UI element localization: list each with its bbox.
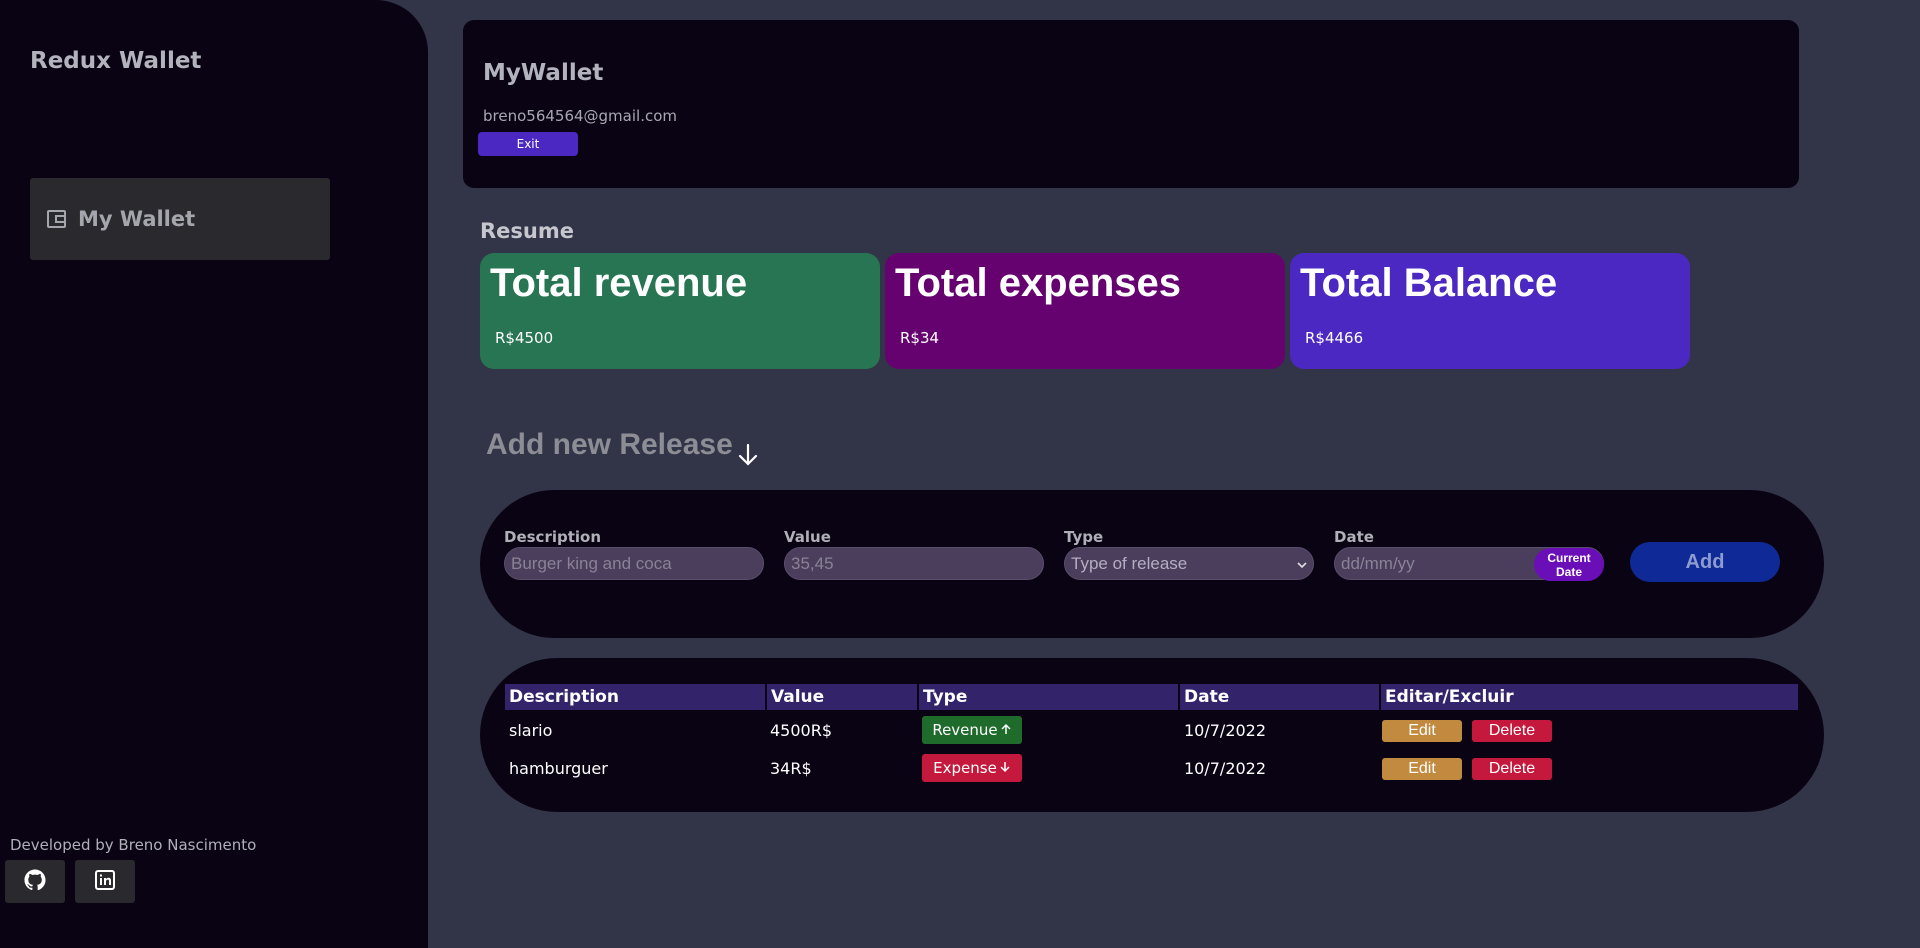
sidebar: Redux Wallet My Wallet Developed by Bren… (0, 0, 428, 948)
stat-value: R$4500 (495, 329, 554, 347)
add-release-title: Add new Release (486, 428, 733, 461)
row-2-description: hamburguer (509, 759, 608, 778)
column-header-description: Description (505, 684, 765, 710)
type-badge-expense: Expense (922, 754, 1022, 782)
column-header-date: Date (1180, 684, 1379, 710)
arrow-down-icon (735, 442, 761, 472)
row-1-description: slario (509, 721, 553, 740)
brand-title: Redux Wallet (30, 48, 202, 74)
type-badge-revenue: Revenue (922, 716, 1022, 744)
stat-title: Total revenue (490, 261, 748, 305)
value-field[interactable]: 35,45 (784, 547, 1044, 580)
sidebar-item-my-wallet[interactable]: My Wallet (30, 178, 330, 260)
row-1-value: 4500R$ (770, 721, 833, 740)
row-1-date: 10/7/2022 (1184, 721, 1267, 740)
total-balance-card: Total Balance R$4466 (1290, 253, 1690, 369)
stat-title: Total expenses (895, 261, 1182, 305)
value-label: Value (784, 528, 831, 546)
description-label: Description (504, 528, 602, 546)
type-badge-label: Revenue (932, 721, 998, 739)
releases-table (480, 658, 1824, 812)
type-select-value: Type of release (1071, 553, 1188, 573)
resume-title: Resume (480, 219, 574, 243)
user-header-card: MyWallet breno564564@gmail.com Exit (463, 20, 1799, 188)
delete-button[interactable]: Delete (1472, 720, 1552, 742)
page-title: MyWallet (483, 60, 604, 86)
type-badge-label: Expense (933, 759, 997, 777)
user-email: breno564564@gmail.com (483, 107, 677, 125)
wallet-icon (46, 208, 68, 230)
stat-title: Total Balance (1300, 261, 1558, 305)
stat-value: R$4466 (1305, 329, 1364, 347)
row-2-value: 34R$ (770, 759, 812, 778)
type-select[interactable]: Type of release (1064, 547, 1314, 580)
delete-button[interactable]: Delete (1472, 758, 1552, 780)
sidebar-item-label: My Wallet (78, 207, 196, 231)
column-header-actions: Editar/Excluir (1381, 684, 1798, 710)
column-header-type: Type (919, 684, 1178, 710)
stat-value: R$34 (900, 329, 940, 347)
row-2-date: 10/7/2022 (1184, 759, 1267, 778)
edit-button[interactable]: Edit (1382, 758, 1462, 780)
type-label: Type (1064, 528, 1104, 546)
description-field[interactable]: Burger king and coca (504, 547, 764, 580)
column-header-value: Value (767, 684, 917, 710)
edit-button[interactable]: Edit (1382, 720, 1462, 742)
current-date-button[interactable]: Current Date (1534, 548, 1604, 581)
developer-credit: Developed by Breno Nascimento (10, 836, 257, 854)
github-link[interactable] (5, 860, 65, 903)
total-revenue-card: Total revenue R$4500 (480, 253, 880, 369)
total-expenses-card: Total expenses R$34 (885, 253, 1285, 369)
linkedin-icon (95, 869, 115, 894)
github-icon (24, 868, 46, 895)
add-button[interactable]: Add (1630, 542, 1780, 582)
exit-button[interactable]: Exit (478, 132, 578, 156)
date-label: Date (1334, 528, 1374, 546)
chevron-down-icon (1297, 554, 1307, 574)
arrow-up-icon (1000, 721, 1012, 739)
linkedin-link[interactable] (75, 860, 135, 903)
arrow-down-icon (999, 759, 1011, 777)
